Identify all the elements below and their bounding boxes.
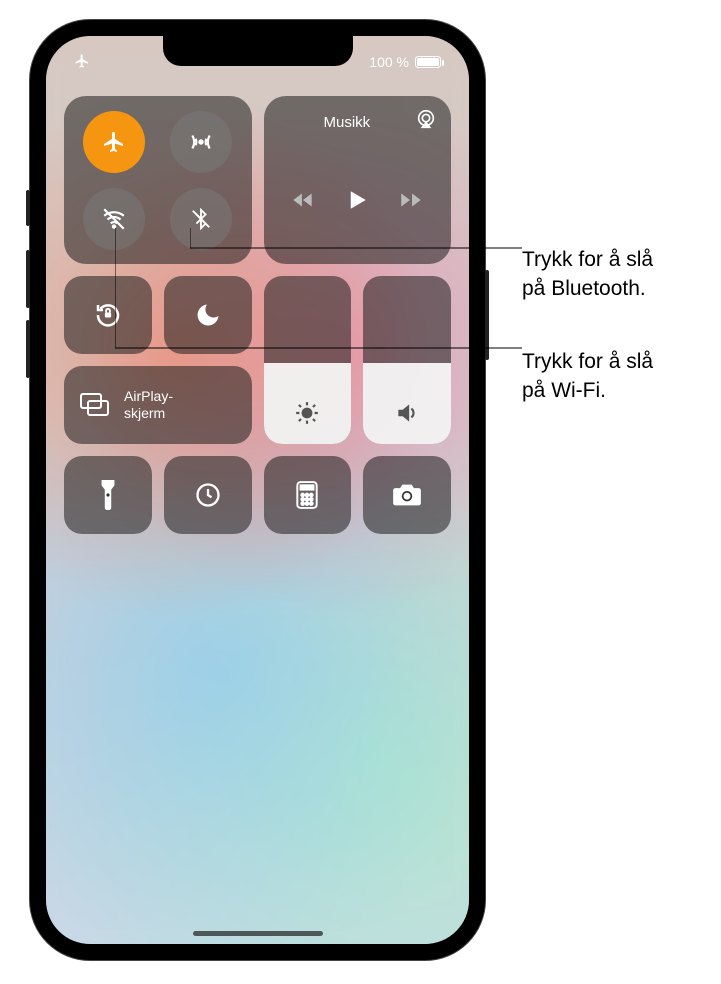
next-track-button[interactable] bbox=[398, 187, 424, 218]
battery-icon bbox=[415, 56, 441, 68]
iphone-frame: 100 % bbox=[30, 20, 485, 960]
airplane-mode-toggle[interactable] bbox=[83, 111, 145, 173]
callout-wifi: Trykk for å slå på Wi-Fi. bbox=[522, 320, 653, 405]
media-title: Musikk bbox=[324, 114, 371, 131]
previous-track-button[interactable] bbox=[290, 187, 316, 218]
camera-button[interactable] bbox=[363, 456, 451, 534]
volume-up-button bbox=[26, 250, 30, 308]
screen-mirroring-label: AirPlay- skjerm bbox=[124, 388, 173, 422]
calculator-button[interactable] bbox=[264, 456, 352, 534]
home-indicator[interactable] bbox=[193, 931, 323, 936]
mute-switch bbox=[26, 190, 30, 226]
airplay-audio-icon[interactable] bbox=[415, 108, 437, 135]
screen-mirroring-button[interactable]: AirPlay- skjerm bbox=[64, 366, 252, 444]
play-button[interactable] bbox=[342, 185, 372, 220]
screen: 100 % bbox=[46, 36, 469, 944]
cellular-data-toggle[interactable] bbox=[170, 111, 232, 173]
volume-down-button bbox=[26, 320, 30, 378]
airplane-status-icon bbox=[74, 53, 90, 72]
callout-bluetooth-text: Trykk for å slå på Bluetooth. bbox=[522, 248, 653, 299]
callout-wifi-text: Trykk for å slå på Wi-Fi. bbox=[522, 350, 653, 401]
flashlight-button[interactable] bbox=[64, 456, 152, 534]
battery-percent: 100 % bbox=[369, 54, 409, 70]
timer-button[interactable] bbox=[164, 456, 252, 534]
callout-wifi-line bbox=[115, 228, 522, 350]
callout-bluetooth: Trykk for å slå på Bluetooth. bbox=[522, 218, 653, 303]
notch bbox=[163, 36, 353, 66]
